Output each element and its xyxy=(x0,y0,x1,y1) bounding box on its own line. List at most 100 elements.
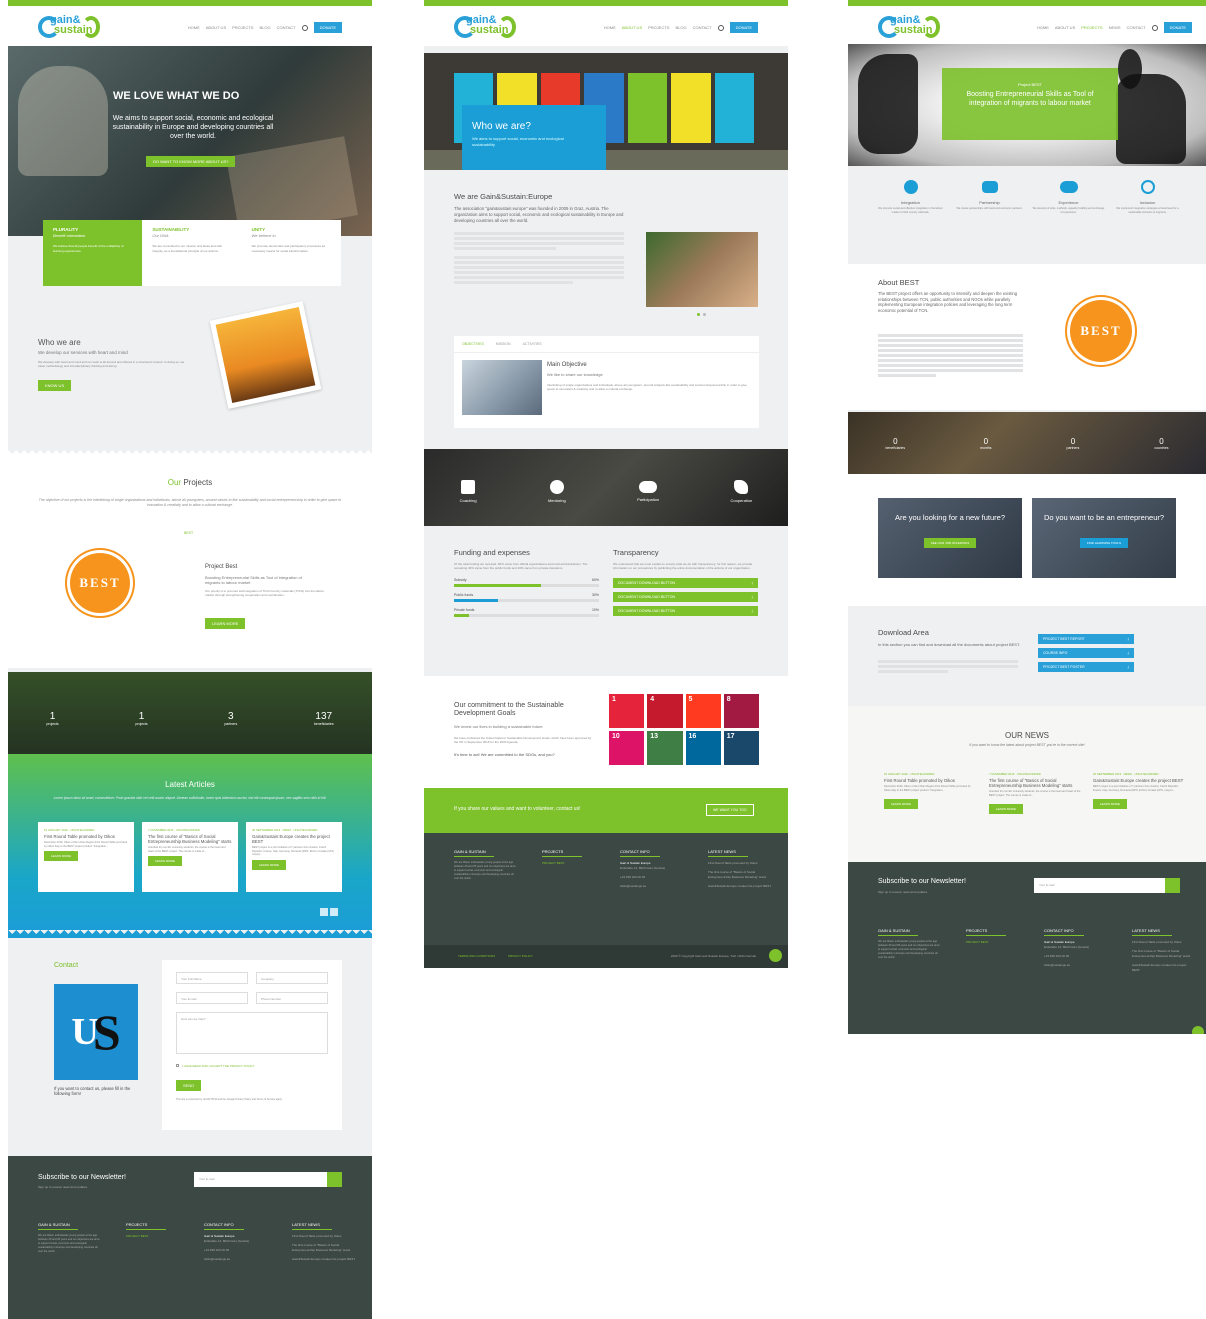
download-poster-button[interactable]: PROJECT BEST POSTER ⤓ xyxy=(1038,662,1134,672)
objective-sub: We like to share our knowledge xyxy=(547,372,603,377)
scroll-top-icon[interactable] xyxy=(769,949,782,962)
who-button[interactable]: KNOW US xyxy=(38,380,72,391)
email-field[interactable]: Your E-mail xyxy=(176,992,248,1004)
company-field[interactable]: Company xyxy=(256,972,328,984)
name-field[interactable]: Your Full Name xyxy=(176,972,248,984)
footer-col-title: GAIN & SUSTAIN xyxy=(38,1222,70,1227)
scroll-top-icon[interactable] xyxy=(1192,1026,1204,1034)
news-learn-button[interactable]: LEARN MORE xyxy=(1093,799,1127,809)
footer-project-link[interactable]: PROJECT BEST xyxy=(542,861,594,865)
footer-project-link[interactable]: PROJECT BEST xyxy=(126,1234,178,1238)
value-card-plurality: PLURALITY Benefit orientation We believe… xyxy=(43,220,143,286)
intro-section: We are Gain&Sustain:Europe The associati… xyxy=(424,170,788,325)
search-icon[interactable] xyxy=(301,24,308,31)
article-learn-button[interactable]: LEARN MORE xyxy=(252,859,286,870)
document-download-button[interactable]: DOCUMENT DOWNLOAD BUTTON ⤓ xyxy=(613,606,758,616)
nav-about[interactable]: ABOUT US xyxy=(206,25,226,30)
phone-field[interactable]: Phone Number xyxy=(256,992,328,1004)
news-card[interactable]: 15 JANUARY 2020 · UNCATEGORIZED First Ro… xyxy=(884,772,976,810)
entrepreneur-card[interactable]: Do you want to be an entrepreneur? FIND … xyxy=(1032,498,1176,578)
download-course-button[interactable]: COURSE INFO ⤓ xyxy=(1038,648,1134,658)
footer-news-link[interactable]: The first course of "Basics of Social En… xyxy=(292,1243,362,1253)
news-learn-button[interactable]: LEARN MORE xyxy=(989,804,1023,814)
transparency-text: We understand that we must explain to so… xyxy=(613,562,753,570)
hero-button[interactable]: DO WANT TO KNOW MORE ABOUT US? xyxy=(146,156,236,167)
tab-mission[interactable]: MISSION xyxy=(496,342,511,346)
prev-arrow-icon[interactable] xyxy=(320,908,328,916)
globe-icon xyxy=(903,180,918,194)
best-learn-button[interactable]: LEARN MORE xyxy=(205,618,246,629)
news-card[interactable]: 30 SEPTEMBER 2019 · NEWS · UNCATEGORIZED… xyxy=(1093,772,1185,810)
learning-tools-button[interactable]: FIND LEARNING TOOLS xyxy=(1079,537,1129,548)
newsletter-input[interactable]: Your E-mail xyxy=(1034,878,1165,893)
article-card[interactable]: 7 NOVEMBER 2019 · UNCATEGORIZED The firs… xyxy=(142,822,238,892)
newsletter-input[interactable]: Your E-mail xyxy=(194,1172,327,1187)
tab-best[interactable]: BEST xyxy=(184,531,193,535)
message-field[interactable]: How can we help? xyxy=(176,1012,328,1054)
icons-band: Coaching Mentoring Participation Coopera… xyxy=(424,449,788,526)
nav-news[interactable]: NEWS xyxy=(1109,25,1121,30)
stat-item: 0 months xyxy=(980,436,992,450)
nav-blog[interactable]: BLOG xyxy=(675,25,686,30)
site-header: gain& sustain HOME ABOUT US PROJECTS BLOG… xyxy=(8,6,372,46)
cta-button[interactable]: WE WANT YOU TOO xyxy=(706,804,754,816)
value-card-sustainability: SUSTAINABILITY Our DNA We are committed … xyxy=(142,220,242,286)
search-icon[interactable] xyxy=(1151,24,1158,31)
contact-form: Your Full Name Company Your E-mail Phone… xyxy=(162,960,342,1130)
footer-news-link[interactable]: First Round Table promoted by Oikos xyxy=(292,1234,362,1239)
donate-button[interactable]: DONATE xyxy=(1163,22,1192,33)
tab-activities[interactable]: ACTIVITIES xyxy=(523,342,542,346)
projects-text: The objective of our projects is the int… xyxy=(38,498,342,507)
projects-section: Our Projects The objective of our projec… xyxy=(8,458,372,668)
newsletter-submit-icon[interactable] xyxy=(327,1172,342,1187)
search-icon[interactable] xyxy=(717,24,724,31)
donate-button[interactable]: DONATE xyxy=(313,22,342,33)
news-card[interactable]: 7 NOVEMBER 2019 · UNCATEGORIZED The firs… xyxy=(989,772,1081,815)
privacy-label[interactable]: I HAVE READ AND I ACCEPT THE PRIVACY POL… xyxy=(182,1064,255,1068)
nav-projects[interactable]: PROJECTS xyxy=(1081,25,1102,30)
nav-home[interactable]: HOME xyxy=(188,25,200,30)
donate-button[interactable]: DONATE xyxy=(729,22,758,33)
nav-contact[interactable]: CONTACT xyxy=(277,25,296,30)
nav-blog[interactable]: BLOG xyxy=(259,25,270,30)
nav-contact[interactable]: CONTACT xyxy=(1127,25,1146,30)
download-section: Download Area In this section you can fi… xyxy=(848,616,1206,706)
nav-contact[interactable]: CONTACT xyxy=(693,25,712,30)
site-logo[interactable]: gain& sustain xyxy=(454,14,516,40)
newsletter-submit-icon[interactable] xyxy=(1165,878,1180,893)
nav-home[interactable]: HOME xyxy=(604,25,616,30)
footer-project-link[interactable]: PROJECT BEST xyxy=(966,940,1018,944)
document-download-button[interactable]: DOCUMENT DOWNLOAD BUTTON ⤓ xyxy=(613,578,758,588)
article-card[interactable]: 30 SEPTEMBER 2019 · NEWS · UNCATEGORIZED… xyxy=(246,822,342,892)
job-card[interactable]: Are you looking for a new future? SEE OU… xyxy=(878,498,1022,578)
article-card[interactable]: 15 JANUARY 2020 · UNCATEGORIZED First Ro… xyxy=(38,822,134,892)
sdg-tile: 5 xyxy=(685,694,721,728)
download-report-button[interactable]: PROJECT BEST REPORT ⤓ xyxy=(1038,634,1134,644)
news-learn-button[interactable]: LEARN MORE xyxy=(884,799,918,809)
nav-home[interactable]: HOME xyxy=(1037,25,1049,30)
best-logo: BEST xyxy=(1070,300,1132,362)
article-learn-button[interactable]: LEARN MORE xyxy=(44,851,78,861)
carousel-dots[interactable] xyxy=(697,313,706,316)
article-learn-button[interactable]: LEARN MORE xyxy=(148,856,182,866)
nav-projects[interactable]: PROJECTS xyxy=(648,25,669,30)
hero-box: Who we are? We aims to support social, e… xyxy=(462,105,606,170)
document-download-button[interactable]: DOCUMENT DOWNLOAD BUTTON ⤓ xyxy=(613,592,758,602)
privacy-link[interactable]: PRIVACY POLICY xyxy=(508,954,533,958)
job-offers-button[interactable]: SEE OUR JOB OFFERINGS xyxy=(923,537,977,548)
terms-link[interactable]: TERMS AND CONDITIONS xyxy=(458,954,495,958)
send-button[interactable]: SEND xyxy=(176,1080,202,1091)
sdg-tile: 16 xyxy=(685,731,721,765)
site-logo[interactable]: gain& sustain xyxy=(878,14,940,40)
tab-objectives[interactable]: OBJECTIVES xyxy=(462,342,484,346)
nav-projects[interactable]: PROJECTS xyxy=(232,25,253,30)
nav-about[interactable]: ABOUT US xyxy=(1055,25,1075,30)
who-text: We develop with heart and mind and our w… xyxy=(38,360,185,368)
site-logo[interactable]: gain& sustain xyxy=(38,14,100,40)
privacy-checkbox[interactable] xyxy=(176,1064,179,1067)
footer: Subscribe to our Newsletter! Sign up to … xyxy=(848,862,1206,1034)
download-icon: ⤓ xyxy=(751,609,753,613)
nav-about[interactable]: ABOUT US xyxy=(622,25,642,30)
footer-news-link[interactable]: Gain&Sustain:Europe creates the project … xyxy=(292,1257,362,1262)
next-arrow-icon[interactable] xyxy=(330,908,338,916)
